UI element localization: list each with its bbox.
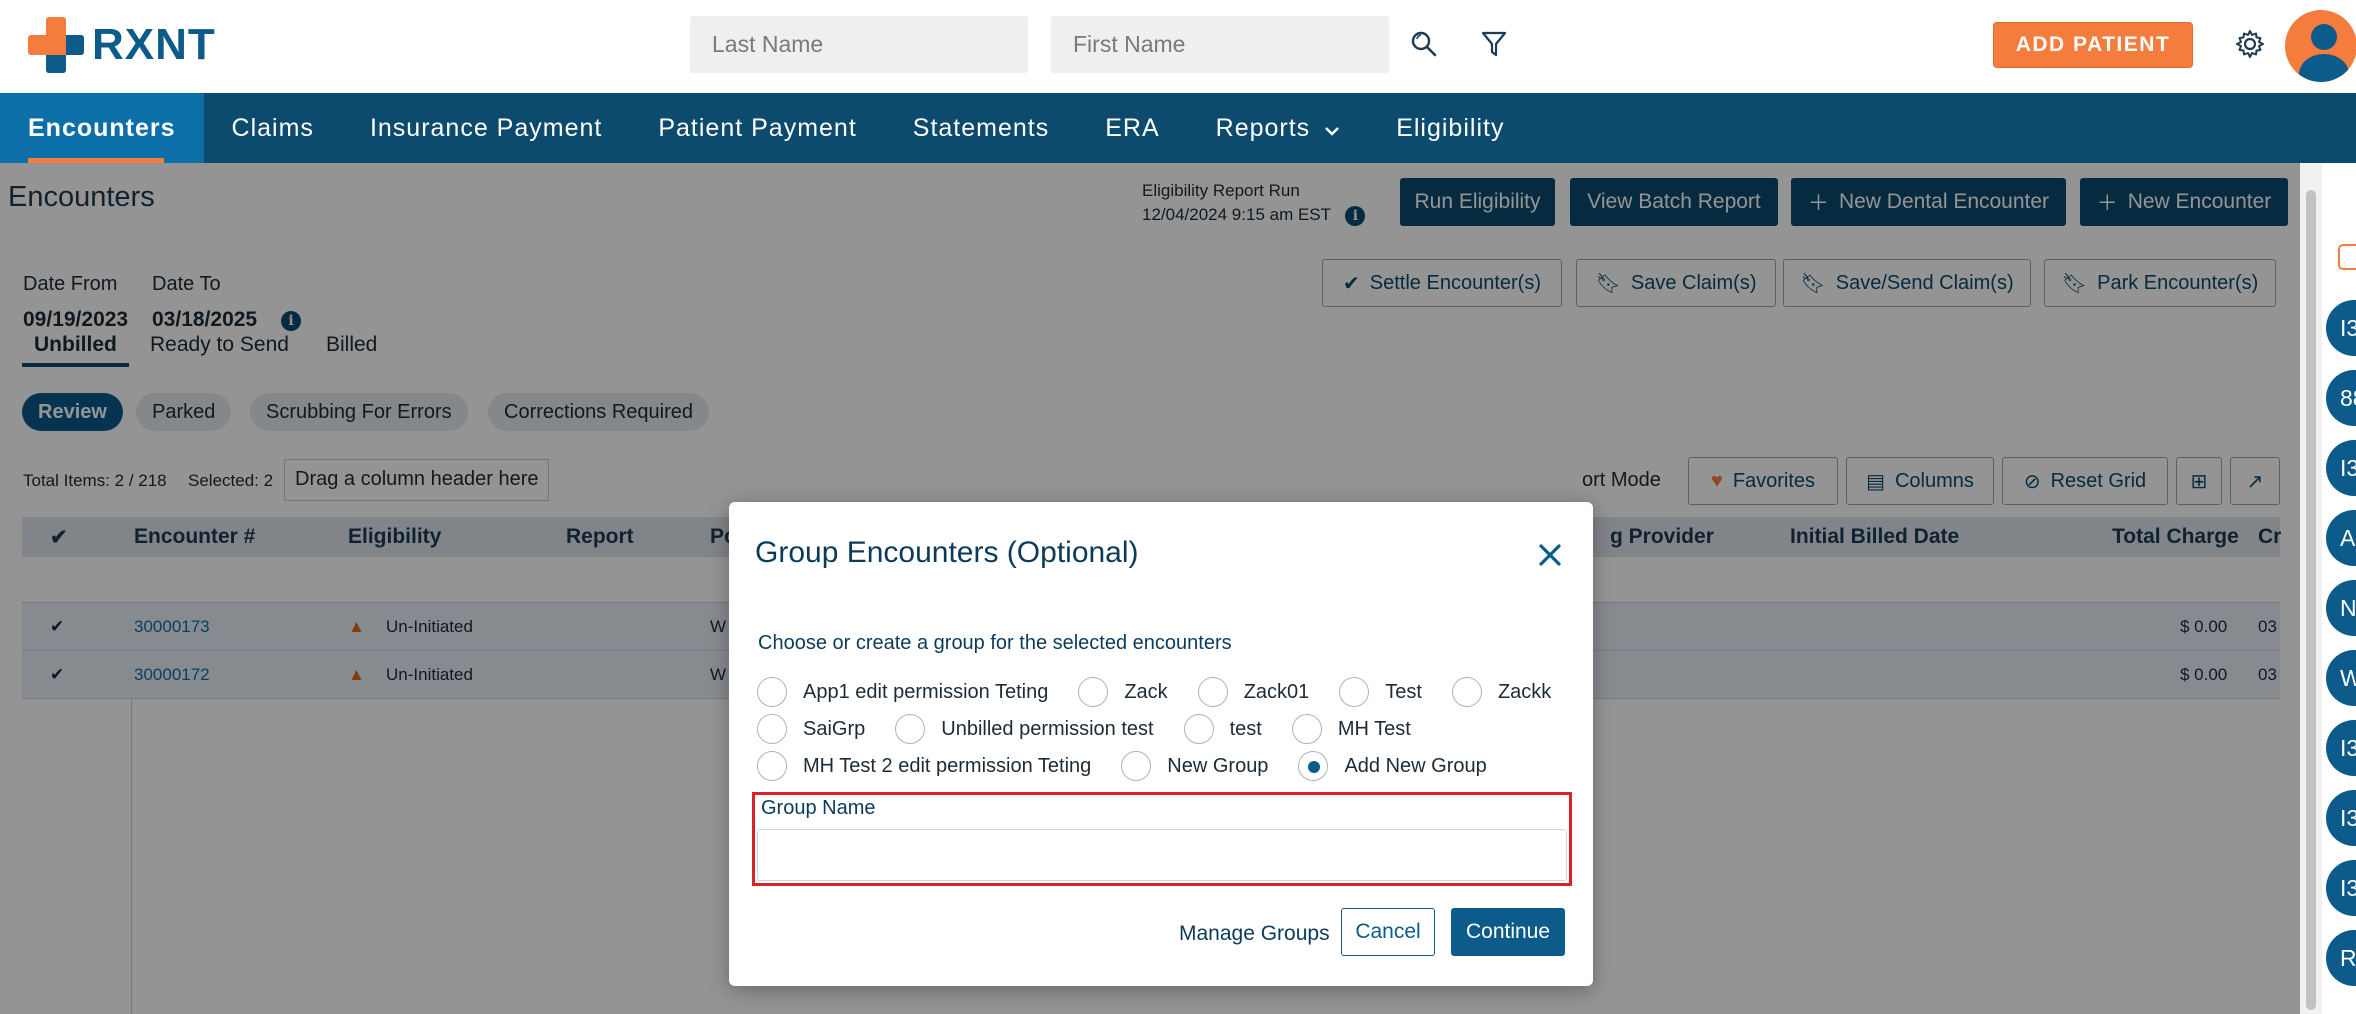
group-name-input[interactable]	[757, 829, 1567, 881]
manage-groups-link[interactable]: Manage Groups	[1179, 922, 1330, 946]
nav-reports[interactable]: Reports	[1188, 93, 1369, 163]
radio-button[interactable]	[1339, 677, 1370, 707]
group-option[interactable]: Test	[1339, 677, 1422, 707]
last-name-input[interactable]	[690, 16, 1028, 73]
chevron-down-icon	[1324, 114, 1340, 143]
scrollbar-thumb[interactable]	[2306, 190, 2316, 1010]
group-option[interactable]: Zack01	[1197, 677, 1310, 707]
group-option[interactable]: test	[1183, 714, 1262, 744]
group-option-label: SaiGrp	[803, 717, 866, 740]
group-option[interactable]: Zack	[1078, 677, 1168, 707]
group-option-label: Test	[1385, 680, 1422, 703]
radio-button[interactable]	[1078, 677, 1109, 707]
modal-subtitle: Choose or create a group for the selecte…	[758, 632, 1232, 654]
radio-button[interactable]	[1121, 751, 1152, 781]
group-option-label: Zack01	[1243, 680, 1310, 703]
group-option-label: Zack	[1124, 680, 1168, 703]
nav-encounters[interactable]: Encounters	[0, 93, 204, 163]
group-name-highlight: Group Name	[752, 792, 1572, 886]
group-option-label: test	[1229, 717, 1262, 740]
group-option[interactable]: MH Test	[1291, 714, 1411, 744]
group-option[interactable]: SaiGrp	[757, 714, 865, 744]
nav-era[interactable]: ERA	[1077, 93, 1187, 163]
first-name-input[interactable]	[1051, 16, 1389, 73]
radio-row: App1 edit permission Teting Zack Zack01 …	[757, 675, 1581, 709]
radio-button[interactable]	[895, 714, 926, 744]
radio-row: SaiGrp Unbilled permission test test MH …	[757, 712, 1441, 746]
radio-row: MH Test 2 edit permission Teting New Gro…	[757, 749, 1517, 783]
group-option[interactable]: App1 edit permission Teting	[757, 677, 1048, 707]
continue-button[interactable]: Continue	[1451, 908, 1565, 956]
user-avatar[interactable]	[2285, 10, 2356, 82]
radio-button[interactable]	[1291, 714, 1322, 744]
close-icon[interactable]	[1535, 540, 1565, 570]
nav-patient-payment[interactable]: Patient Payment	[630, 93, 884, 163]
add-patient-button[interactable]: ADD PATIENT	[1993, 22, 2193, 68]
chat-icon[interactable]	[2338, 244, 2356, 270]
group-encounters-modal: Group Encounters (Optional) Choose or cr…	[729, 502, 1593, 986]
group-option-label: Zackk	[1497, 680, 1552, 703]
filter-icon[interactable]	[1474, 24, 1514, 64]
group-option[interactable]: Zackk	[1451, 677, 1552, 707]
main-nav: Encounters Claims Insurance Payment Pati…	[0, 93, 2356, 163]
radio-button[interactable]	[757, 677, 787, 707]
top-bar: RXNT ADD PATIENT	[0, 0, 2356, 93]
group-option[interactable]: MH Test 2 edit permission Teting	[757, 751, 1091, 781]
group-option-add-new[interactable]: Add New Group	[1298, 751, 1487, 781]
rxnt-logo[interactable]: RXNT	[28, 16, 216, 74]
radio-button[interactable]	[757, 751, 787, 781]
radio-button-selected[interactable]	[1298, 751, 1329, 781]
group-option[interactable]: Unbilled permission test	[895, 714, 1154, 744]
group-option-label: Add New Group	[1344, 754, 1487, 777]
group-option-label: MH Test	[1337, 717, 1411, 740]
group-option-label: Unbilled permission test	[941, 717, 1154, 740]
group-option-label: MH Test 2 edit permission Teting	[803, 754, 1092, 777]
cancel-button[interactable]: Cancel	[1341, 908, 1435, 956]
group-option-label: App1 edit permission Teting	[803, 680, 1049, 703]
nav-reports-label: Reports	[1215, 113, 1311, 142]
nav-claims[interactable]: Claims	[204, 93, 342, 163]
nav-insurance-payment[interactable]: Insurance Payment	[342, 93, 630, 163]
group-name-label: Group Name	[761, 797, 876, 819]
group-option[interactable]: New Group	[1121, 751, 1268, 781]
nav-statements[interactable]: Statements	[885, 93, 1077, 163]
radio-button[interactable]	[1183, 714, 1214, 744]
radio-button[interactable]	[1197, 677, 1228, 707]
gear-icon[interactable]	[2230, 24, 2270, 64]
nav-eligibility[interactable]: Eligibility	[1368, 93, 1532, 163]
logo-cross-icon	[28, 17, 84, 73]
logo-text: RXNT	[92, 20, 216, 69]
radio-button[interactable]	[1451, 677, 1482, 707]
group-option-label: New Group	[1167, 754, 1269, 777]
modal-title: Group Encounters (Optional)	[755, 536, 1139, 569]
search-icon[interactable]	[1404, 24, 1444, 64]
radio-button[interactable]	[757, 714, 787, 744]
